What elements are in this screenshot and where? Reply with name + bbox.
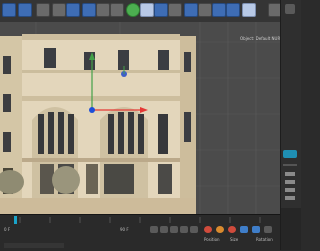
keyframe-selection-icon[interactable] xyxy=(240,226,248,233)
coordinates-area xyxy=(281,208,301,250)
position-label: Position xyxy=(204,237,220,242)
deformer-icon[interactable] xyxy=(198,3,212,17)
material-strip[interactable] xyxy=(4,243,64,248)
undo-icon[interactable] xyxy=(2,3,16,17)
attribute-panel xyxy=(280,0,301,250)
goto-start-icon[interactable] xyxy=(150,226,158,233)
play-icon[interactable] xyxy=(170,226,178,233)
camera-icon[interactable] xyxy=(226,3,240,17)
motion-mode-icon[interactable] xyxy=(252,226,260,233)
playhead xyxy=(14,216,17,224)
attribute-tab[interactable] xyxy=(283,150,297,158)
cube-icon[interactable] xyxy=(140,3,154,17)
autokey-icon[interactable] xyxy=(216,226,224,233)
timeline-ruler[interactable] xyxy=(0,215,280,225)
panel-menu-icon[interactable] xyxy=(285,4,295,14)
subdivision-icon[interactable] xyxy=(168,3,182,17)
field-row[interactable] xyxy=(285,180,295,184)
z-axis-handle xyxy=(89,107,95,113)
rotate-tool-icon[interactable] xyxy=(82,3,96,17)
render-view-icon[interactable] xyxy=(126,3,140,17)
keyframe-icon[interactable] xyxy=(228,226,236,233)
timeline-bar: 0 F 90 F Position Size Rotation xyxy=(0,214,280,251)
field-row[interactable] xyxy=(285,196,295,200)
viewport-status-label: Object: Default NURBS xyxy=(240,36,286,41)
field-row[interactable] xyxy=(285,172,295,176)
goto-end-icon[interactable] xyxy=(190,226,198,233)
axis-x-icon[interactable] xyxy=(96,3,110,17)
redo-icon[interactable] xyxy=(18,3,32,17)
axis-y-icon[interactable] xyxy=(110,3,124,17)
viewport-scene xyxy=(0,22,280,214)
divider xyxy=(283,164,297,166)
pen-icon[interactable] xyxy=(154,3,168,17)
frame-end-label: 90 F xyxy=(120,227,129,232)
array-icon[interactable] xyxy=(184,3,198,17)
light-icon[interactable] xyxy=(242,3,256,17)
record-icon[interactable] xyxy=(204,226,212,233)
floor-icon[interactable] xyxy=(212,3,226,17)
frame-start-label: 0 F xyxy=(4,227,11,232)
3d-viewport[interactable] xyxy=(0,22,280,214)
playback-options-icon[interactable] xyxy=(264,226,272,233)
select-tool-icon[interactable] xyxy=(36,3,50,17)
scale-tool-icon[interactable] xyxy=(66,3,80,17)
size-label: Size xyxy=(230,237,239,242)
next-frame-icon[interactable] xyxy=(180,226,188,233)
move-tool-icon[interactable] xyxy=(52,3,66,17)
field-row[interactable] xyxy=(285,188,295,192)
prev-frame-icon[interactable] xyxy=(160,226,168,233)
rotation-label: Rotation xyxy=(256,237,273,242)
main-toolbar xyxy=(0,0,300,23)
